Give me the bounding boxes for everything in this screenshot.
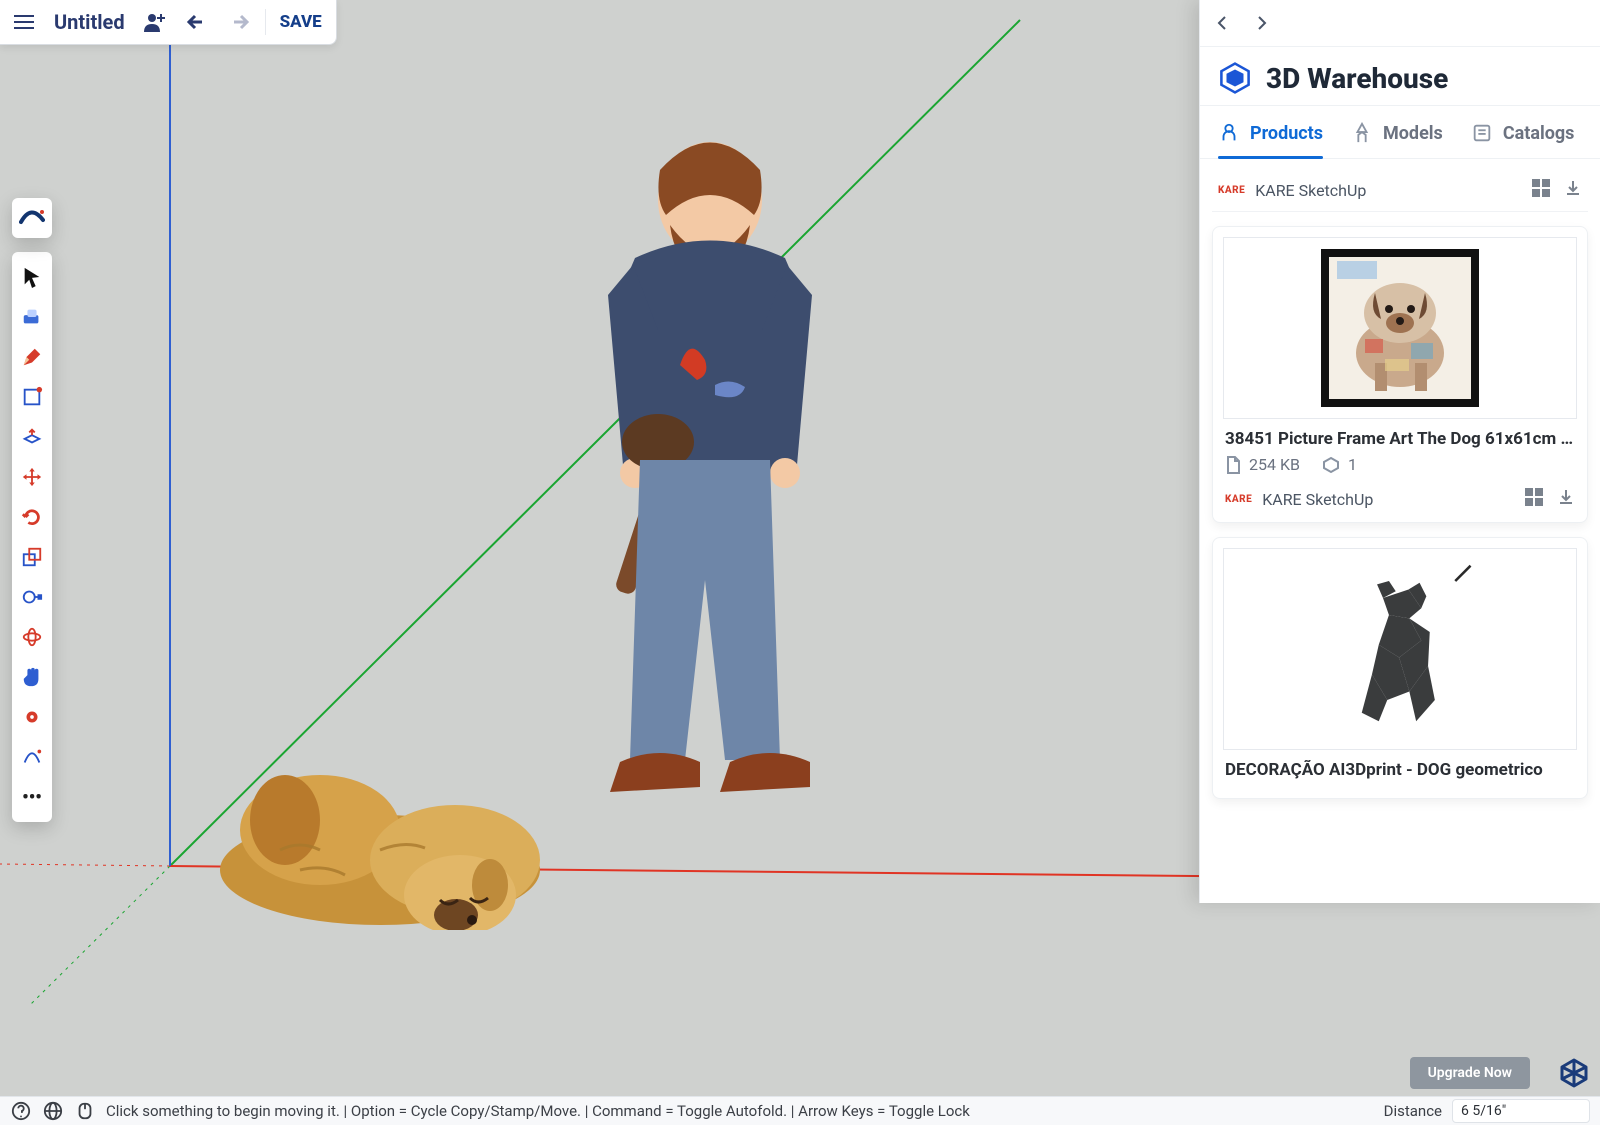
distance-value[interactable]: 6 5/16" bbox=[1452, 1099, 1590, 1123]
card-thumb bbox=[1223, 237, 1577, 419]
card-source: KARE SketchUp bbox=[1262, 490, 1373, 509]
tool-line[interactable] bbox=[16, 378, 48, 416]
card-title: DECORAÇÃO AI3Dprint - DOG geometrico bbox=[1225, 760, 1575, 780]
undo-icon[interactable] bbox=[179, 4, 215, 40]
card-meta: 254 KB 1 bbox=[1225, 455, 1575, 474]
app-logo-icon[interactable] bbox=[1558, 1057, 1590, 1093]
products-icon bbox=[1218, 122, 1240, 144]
tool-rotate[interactable] bbox=[16, 498, 48, 536]
panel-title: 3D Warehouse bbox=[1266, 62, 1448, 95]
redo-icon[interactable] bbox=[221, 4, 257, 40]
tool-more[interactable]: ••• bbox=[16, 778, 48, 816]
scene-figure-dog bbox=[210, 720, 550, 934]
globe-icon[interactable] bbox=[42, 1100, 64, 1122]
tab-products-label: Products bbox=[1250, 123, 1323, 144]
result-card[interactable]: DECORAÇÃO AI3Dprint - DOG geometrico bbox=[1212, 537, 1588, 799]
panel-tabs: Products Models Catalogs bbox=[1200, 106, 1600, 159]
grid-icon[interactable] bbox=[1532, 179, 1550, 201]
models-icon bbox=[1351, 122, 1373, 144]
status-hint: Click something to begin moving it. | Op… bbox=[106, 1102, 970, 1120]
panel-header: 3D Warehouse bbox=[1200, 47, 1600, 106]
distance-label: Distance bbox=[1384, 1102, 1442, 1120]
catalogs-icon bbox=[1471, 122, 1493, 144]
card-title: 38451 Picture Frame Art The Dog 61x61cm … bbox=[1225, 429, 1575, 449]
save-button[interactable]: SAVE bbox=[274, 12, 328, 32]
card-poly: 1 bbox=[1348, 455, 1357, 474]
scene-figure-person bbox=[560, 130, 860, 894]
upgrade-button[interactable]: Upgrade Now bbox=[1410, 1057, 1530, 1089]
upgrade-label: Upgrade Now bbox=[1428, 1065, 1512, 1081]
download-icon[interactable] bbox=[1564, 179, 1582, 201]
tab-products[interactable]: Products bbox=[1218, 116, 1323, 158]
download-icon[interactable] bbox=[1557, 488, 1575, 510]
source-row[interactable]: KARE KARE SketchUp bbox=[1212, 169, 1588, 212]
tool-scale[interactable] bbox=[16, 538, 48, 576]
status-bar: Click something to begin moving it. | Op… bbox=[0, 1096, 1600, 1125]
card-size: 254 KB bbox=[1249, 455, 1300, 474]
tool-look[interactable] bbox=[16, 698, 48, 736]
warehouse-panel: 3D Warehouse Products Models Catalogs KA… bbox=[1199, 0, 1600, 903]
tool-section[interactable] bbox=[16, 738, 48, 776]
tool-orbit[interactable] bbox=[16, 618, 48, 656]
tool-tape[interactable] bbox=[16, 578, 48, 616]
tool-select[interactable] bbox=[16, 258, 48, 296]
panel-list[interactable]: KARE KARE SketchUp bbox=[1200, 159, 1600, 903]
warehouse-logo-icon bbox=[1218, 61, 1252, 95]
tab-catalogs-label: Catalogs bbox=[1503, 123, 1575, 144]
help-icon[interactable] bbox=[10, 1100, 32, 1122]
file-icon bbox=[1225, 456, 1241, 474]
card-thumb bbox=[1223, 548, 1577, 750]
tool-move[interactable] bbox=[16, 458, 48, 496]
menu-icon[interactable] bbox=[6, 4, 42, 40]
tool-pushpull[interactable] bbox=[16, 418, 48, 456]
tool-palette: ••• bbox=[12, 252, 52, 822]
pointer-device-icon[interactable] bbox=[74, 1100, 96, 1122]
panel-nav bbox=[1200, 0, 1600, 47]
poly-icon bbox=[1322, 456, 1340, 474]
nav-forward-icon[interactable] bbox=[1244, 6, 1278, 40]
document-title[interactable]: Untitled bbox=[48, 10, 131, 34]
tool-eraser[interactable] bbox=[16, 298, 48, 336]
tool-pencil[interactable] bbox=[16, 338, 48, 376]
brand-badge[interactable] bbox=[12, 198, 52, 238]
grid-icon[interactable] bbox=[1525, 488, 1543, 510]
tab-catalogs[interactable]: Catalogs bbox=[1471, 116, 1575, 158]
tool-pan[interactable] bbox=[16, 658, 48, 696]
top-bar: Untitled SAVE bbox=[0, 0, 337, 45]
tab-models[interactable]: Models bbox=[1351, 116, 1443, 158]
brand-chip: KARE bbox=[1225, 494, 1252, 505]
nav-back-icon[interactable] bbox=[1206, 6, 1240, 40]
result-card[interactable]: 38451 Picture Frame Art The Dog 61x61cm … bbox=[1212, 226, 1588, 523]
brand-chip: KARE bbox=[1218, 185, 1245, 196]
source-name: KARE SketchUp bbox=[1255, 181, 1366, 200]
tab-models-label: Models bbox=[1383, 123, 1443, 144]
add-user-icon[interactable] bbox=[137, 4, 173, 40]
